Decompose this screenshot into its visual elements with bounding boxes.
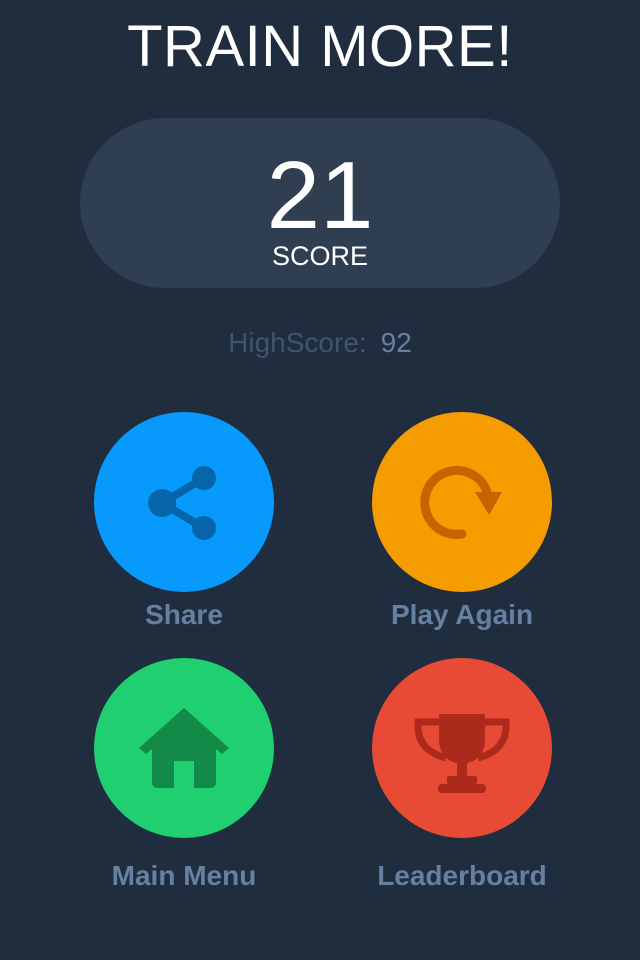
share-icon [148, 466, 216, 540]
main-menu-circle[interactable] [94, 658, 274, 838]
share-label[interactable]: Share [64, 599, 304, 631]
highscore-label: HighScore: [228, 327, 367, 358]
share-circle[interactable] [94, 412, 274, 592]
score-panel: 21 SCORE [80, 118, 560, 288]
share-button[interactable]: Share [64, 412, 304, 631]
main-menu-label[interactable]: Main Menu [64, 860, 304, 892]
replay-icon [420, 466, 502, 539]
highscore-row: HighScore: 92 [0, 326, 640, 360]
score-value: 21 [266, 142, 374, 249]
score-label: SCORE [271, 241, 369, 271]
home-icon [139, 708, 229, 788]
leaderboard-circle[interactable] [372, 658, 552, 838]
main-menu-button[interactable]: Main Menu [64, 658, 304, 892]
play-again-label[interactable]: Play Again [342, 599, 582, 631]
highscore-value: 92 [380, 327, 412, 358]
leaderboard-label[interactable]: Leaderboard [342, 860, 582, 892]
game-over-title: TRAIN MORE! [127, 14, 513, 79]
trophy-icon [414, 714, 510, 793]
play-again-circle[interactable] [372, 412, 552, 592]
leaderboard-button[interactable]: Leaderboard [342, 658, 582, 892]
play-again-button[interactable]: Play Again [342, 412, 582, 631]
